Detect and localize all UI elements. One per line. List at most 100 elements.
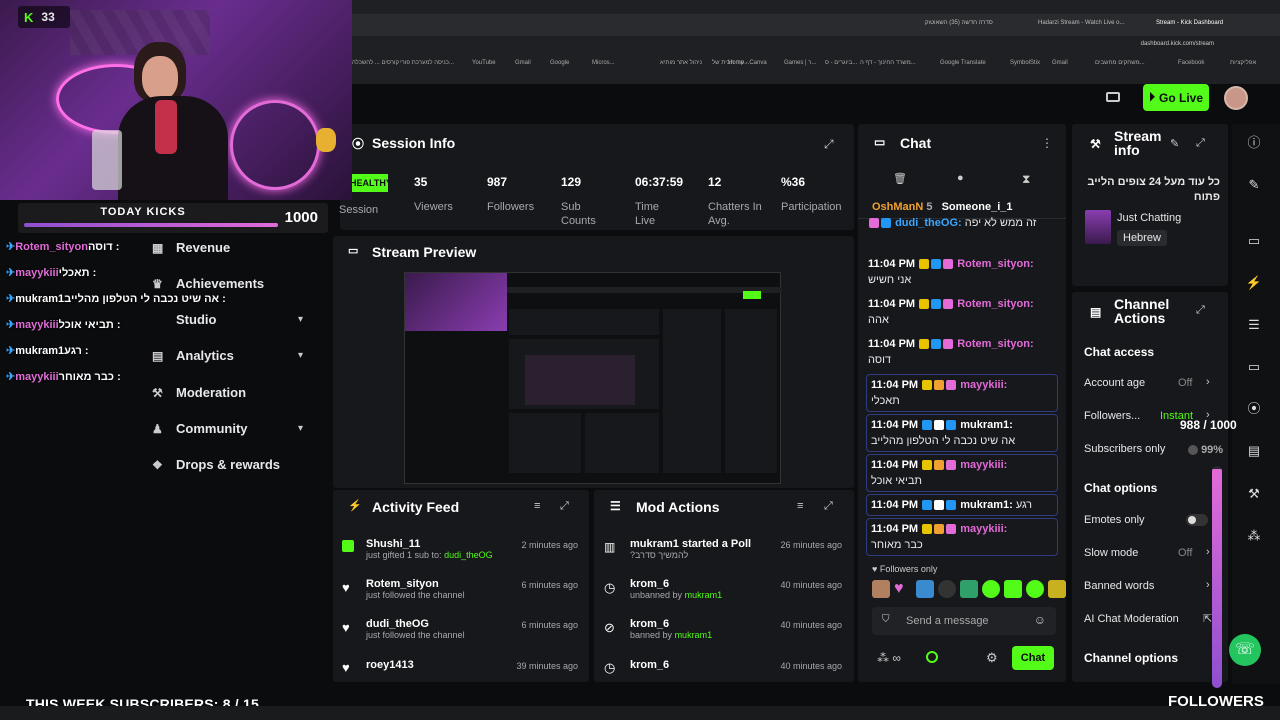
points-icon[interactable]: ⁂ ∞ — [877, 651, 901, 665]
hourglass-icon[interactable]: ⧗ — [1022, 172, 1030, 187]
top-chatter[interactable]: OshManN — [872, 201, 923, 213]
bookmark[interactable]: אפליקציות — [1230, 60, 1256, 66]
emote[interactable] — [960, 580, 978, 598]
bookmark[interactable]: ניהול אתר מותיא — [660, 60, 702, 66]
chat-message[interactable]: 11:04 PM mayykiii: תביאי אוכל — [866, 454, 1058, 492]
chat-user[interactable]: mukram1: — [960, 499, 1013, 511]
nav-moderation[interactable]: ⚒ Moderation — [152, 385, 246, 400]
chat-message[interactable]: 11:04 PM mayykiii: תאכלי — [866, 374, 1058, 412]
emote[interactable] — [938, 580, 956, 598]
expand-icon[interactable]: ⤢ — [1196, 304, 1205, 317]
chat-user[interactable]: mayykiii: — [960, 523, 1007, 535]
mod-by[interactable]: mukram1 — [685, 590, 723, 600]
chat-user[interactable]: Rotem_sityon: — [957, 338, 1033, 350]
chat-message[interactable]: dudi_theOG: זה ממש לא יפה — [868, 215, 1058, 231]
filter-icon[interactable]: ≡ — [797, 500, 803, 512]
kick-icon[interactable] — [926, 651, 938, 663]
bookmark[interactable]: ביוגרים - ס... — [825, 60, 857, 66]
emoji-icon[interactable]: ☺ — [1034, 613, 1046, 627]
preview-icon[interactable]: ▭ — [1244, 231, 1264, 251]
nav-community[interactable]: ♟ Community — [152, 421, 248, 436]
chevron-right-icon[interactable]: › — [1206, 546, 1210, 558]
nav-studio[interactable]: Studio — [176, 312, 216, 327]
tab-1[interactable]: סדרה חדשה (35) השאוטוק — [925, 20, 993, 26]
top-chatter[interactable]: Someone_i_1 — [942, 201, 1013, 213]
bookmark[interactable]: משחקים מחשבים... — [1095, 60, 1145, 66]
url-bar[interactable]: dashboard.kick.com/stream — [1141, 41, 1214, 47]
chat-message[interactable]: 11:04 PM Rotem_sityon: אני חשיש — [868, 256, 1058, 288]
nav-analytics[interactable]: ▤ Analytics — [152, 348, 234, 363]
lightning-icon[interactable]: ⚡ — [1244, 273, 1264, 293]
banned-words-label[interactable]: Banned words — [1084, 580, 1154, 592]
actions-icon[interactable]: ▤ — [1244, 441, 1264, 461]
emote[interactable] — [982, 580, 1000, 598]
chat-send-button[interactable]: Chat — [1012, 646, 1054, 670]
broadcast-icon[interactable]: ⦿ — [1244, 399, 1264, 419]
chat-message[interactable]: 11:04 PM mukram1: רגע — [866, 494, 1058, 516]
bookmark[interactable]: Gmail — [515, 60, 531, 66]
go-live-button[interactable]: ⏵ Go Live — [1143, 84, 1209, 111]
bubble-icon[interactable]: ● — [957, 172, 964, 184]
category-name[interactable]: Just Chatting — [1117, 212, 1181, 224]
emotes-only-label[interactable]: Emotes only — [1084, 514, 1145, 526]
subscribers-only-label[interactable]: Subscribers only — [1084, 443, 1165, 455]
chevron-down-icon[interactable]: ▾ — [298, 350, 303, 361]
emote[interactable] — [916, 580, 934, 598]
emote[interactable] — [1004, 580, 1022, 598]
pencil-icon[interactable]: ✎ — [1170, 137, 1179, 150]
bookmark[interactable]: כניסה למערכת פורי... — [400, 60, 454, 66]
chat-user[interactable]: Rotem_sityon: — [957, 258, 1033, 270]
bookmark[interactable]: קורסים ... להשכלה — [352, 60, 399, 66]
chevron-right-icon[interactable]: › — [1206, 376, 1210, 388]
chat-message[interactable]: 11:04 PM mukram1: אה שיט נכבה לי הטלפון מ… — [866, 414, 1058, 452]
chat-user[interactable]: mukram1: — [960, 419, 1013, 431]
gear-icon[interactable]: ⚙ — [986, 650, 998, 666]
chat-message[interactable]: 11:04 PM Rotem_sityon: דוסה — [868, 336, 1058, 368]
bookmark[interactable]: Gmail — [1052, 60, 1068, 66]
camera-icon[interactable] — [1106, 92, 1120, 102]
chat-message[interactable]: 11:04 PM Rotem_sityon: אהה — [868, 296, 1058, 328]
tab-3-active[interactable]: Stream - Kick Dashboard — [1156, 20, 1223, 26]
chat-message[interactable]: 11:04 PM mayykiii: כבר מאוחר — [866, 518, 1058, 556]
followers-label[interactable]: Followers... — [1084, 410, 1140, 422]
expand-icon[interactable]: ⤢ — [824, 500, 833, 513]
ai-moderation-label[interactable]: AI Chat Moderation — [1084, 613, 1179, 625]
pencil-icon[interactable]: ✎ — [1244, 175, 1264, 195]
list-icon[interactable]: ☰ — [1244, 315, 1264, 335]
expand-icon[interactable]: ⤢ — [824, 137, 834, 152]
category-thumbnail[interactable] — [1085, 210, 1111, 244]
help-button[interactable]: ☏ — [1229, 634, 1261, 666]
bookmark[interactable]: SymbolStix — [1010, 60, 1040, 66]
chat-user[interactable]: mayykiii: — [960, 379, 1007, 391]
bookmark[interactable]: Games | ר... — [784, 60, 816, 66]
expand-icon[interactable]: ⤢ — [560, 500, 569, 513]
nav-achievements[interactable]: ♛ Achievements — [152, 276, 264, 291]
emote[interactable] — [1048, 580, 1066, 598]
preview-video[interactable] — [404, 272, 782, 484]
bookmark[interactable]: Home - Canva — [728, 60, 767, 66]
mod-user[interactable]: mukram1 — [630, 538, 679, 550]
share-icon[interactable]: ⁂ — [1244, 526, 1264, 546]
filter-icon[interactable]: ≡ — [534, 500, 540, 512]
trash-icon[interactable]: 🗑 — [893, 172, 907, 185]
avatar[interactable] — [1224, 86, 1248, 110]
bookmark[interactable]: Google — [550, 60, 569, 66]
bookmark[interactable]: Google Translate — [940, 60, 986, 66]
nav-drops[interactable]: ❖ Drops & rewards — [152, 457, 280, 472]
chat-input[interactable]: ⛉ Send a message ☺ — [872, 607, 1056, 635]
emotes-only-toggle[interactable] — [1186, 514, 1208, 526]
emote[interactable]: ♥ — [894, 580, 912, 598]
chevron-right-icon[interactable]: › — [1206, 579, 1210, 591]
emote[interactable] — [1026, 580, 1044, 598]
wrench-icon[interactable]: ⚒ — [1244, 484, 1264, 504]
external-link-icon[interactable]: ⇱ — [1203, 612, 1212, 625]
chat-user[interactable]: mayykiii: — [960, 459, 1007, 471]
emote[interactable] — [872, 580, 890, 598]
chat-user[interactable]: Rotem_sityon: — [957, 298, 1033, 310]
bookmark[interactable]: Micros... — [592, 60, 615, 66]
bookmark[interactable]: YouTube — [472, 60, 496, 66]
chevron-down-icon[interactable]: ▾ — [298, 314, 303, 325]
bookmark[interactable]: Facebook — [1178, 60, 1204, 66]
tab-2[interactable]: Hadarzi Stream - Watch Live o... — [1038, 20, 1124, 26]
chat-icon[interactable]: ▭ — [1244, 357, 1264, 377]
